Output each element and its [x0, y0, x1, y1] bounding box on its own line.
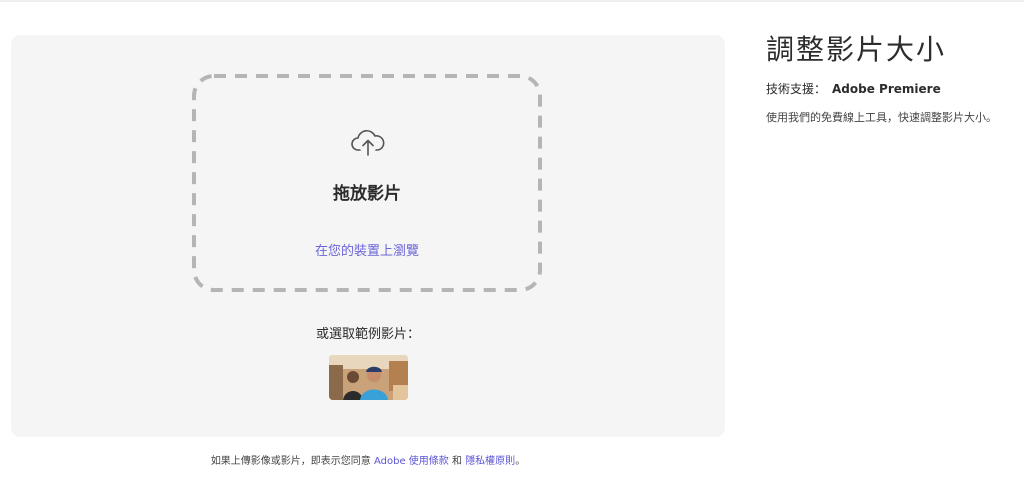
upload-panel[interactable]: 拖放影片 在您的裝置上瀏覽 或選取範例影片：	[11, 35, 725, 437]
drop-title: 拖放影片	[333, 184, 401, 204]
legal-and: 和	[452, 456, 462, 467]
sample-video-thumbnail[interactable]	[329, 355, 408, 400]
legal-prefix: 如果上傳影像或影片，即表示您同意	[210, 456, 371, 467]
legal-suffix: 。	[515, 456, 526, 467]
support-line: 技術支援： Adobe Premiere	[766, 80, 1016, 97]
drop-zone[interactable]: 拖放影片 在您的裝置上瀏覽	[192, 74, 542, 292]
page-description: 使用我們的免費線上工具，快速調整影片大小。	[766, 111, 997, 124]
page-title: 調整影片大小	[766, 33, 947, 66]
browse-device-link[interactable]: 在您的裝置上瀏覽	[192, 240, 542, 259]
support-label: 技術支援：	[766, 82, 827, 96]
top-divider	[0, 0, 1024, 2]
support-product: Adobe Premiere	[832, 82, 941, 96]
legal-notice: 如果上傳影像或影片，即表示您同意 Adobe 使用條款 和 隱私權原則。	[0, 452, 736, 467]
terms-of-use-link[interactable]: Adobe 使用條款	[374, 456, 449, 467]
info-sidebar: 調整影片大小 技術支援： Adobe Premiere 使用我們的免費線上工具，快…	[766, 28, 1016, 125]
sample-video-label: 或選取範例影片：	[315, 327, 420, 342]
privacy-policy-link[interactable]: 隱私權原則	[465, 456, 515, 467]
cloud-upload-icon	[351, 130, 385, 156]
